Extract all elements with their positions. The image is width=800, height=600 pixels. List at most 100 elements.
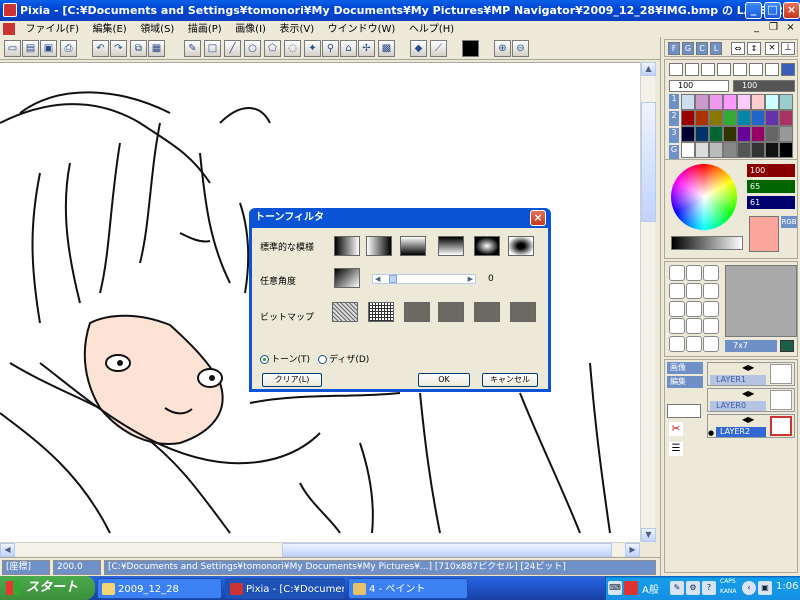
task-pixia[interactable]: Pixia - [C:¥Document... [225,578,345,599]
color-swatch[interactable] [751,94,765,110]
scroll-down-icon[interactable]: ▼ [641,528,656,542]
pattern-angle-preview[interactable] [334,268,360,288]
color-b-value[interactable]: 61 [747,196,795,209]
eraser-brush-icon[interactable] [765,63,779,76]
round-brush-icon[interactable] [685,63,699,76]
bitmap-gray-2[interactable] [438,302,464,322]
color-swatches[interactable] [681,94,795,160]
rect-icon[interactable]: □ [204,40,221,57]
zoom-in-icon[interactable]: ⊕ [494,40,511,57]
color-swatch[interactable] [723,94,737,110]
brush-shape[interactable] [669,265,685,281]
current-color-swatch[interactable] [749,216,779,252]
ellipse-icon[interactable]: ○ [244,40,261,57]
menu-window[interactable]: ウインドウ(W) [323,22,401,38]
color-swatch[interactable] [779,142,793,158]
layer-item[interactable]: ◀▶ LAYER1 [707,362,795,386]
pattern-radial-in[interactable] [508,236,534,256]
bitmap-gray-1[interactable] [404,302,430,322]
task-paint[interactable]: 4 - ペイント [348,578,468,599]
brightness-slider[interactable] [671,236,743,250]
color-swatch[interactable] [681,126,695,142]
brush-shape[interactable] [703,318,719,335]
color-swatch[interactable] [737,142,751,158]
pattern-gradient-rl[interactable] [366,236,392,256]
layer-item[interactable]: ◀▶ LAYER0 [707,388,795,412]
undo-icon[interactable]: ↶ [92,40,109,57]
horizontal-scroll-thumb[interactable] [282,543,612,557]
grid-icon[interactable]: ▩ [378,40,395,57]
bitmap-diagonal[interactable] [332,302,358,322]
menu-selection[interactable]: 領域(S) [135,22,179,38]
bitmap-gray-4[interactable] [510,302,536,322]
task-folder[interactable]: 2009_12_28 [97,578,222,599]
cancel-button[interactable]: キャンセル [482,373,538,387]
copy-icon[interactable]: ⧉ [130,40,147,57]
radio-tone[interactable]: トーン(T) [260,352,310,365]
color-swatch[interactable] [751,126,765,142]
brush-shape[interactable] [703,336,719,353]
tool-icon[interactable]: ✎ [670,581,684,595]
brush-shape[interactable] [686,265,702,281]
ime-mode[interactable]: A般 [642,581,659,596]
minimize-button[interactable]: _ [745,2,762,19]
soft-brush-icon[interactable] [733,63,747,76]
pattern-gradient-bt[interactable] [438,236,464,256]
blur-icon[interactable]: ✢ [358,40,375,57]
brush-shape[interactable] [669,300,685,317]
keyboard-icon[interactable]: ⌨ [608,581,622,595]
tab-f[interactable]: F [668,42,680,55]
vertical-scroll-thumb[interactable] [641,102,656,222]
color-swatch[interactable] [681,110,695,126]
color-r-value[interactable]: 100 [747,164,795,177]
tab-l[interactable]: L [710,42,722,55]
print-icon[interactable]: ⎙ [60,40,77,57]
brush-menu-icon[interactable] [781,63,795,76]
slider-thumb[interactable] [389,275,397,283]
start-button[interactable]: スタート [0,576,95,600]
bitmap-grid[interactable] [368,302,394,322]
color-swatch[interactable] [723,110,737,126]
color-swatch[interactable] [751,142,765,158]
network-icon[interactable]: ▣ [758,581,772,595]
close-button[interactable]: × [783,2,800,19]
color-swatch[interactable] [681,94,695,110]
brush-shape[interactable] [686,282,702,299]
brush-shape[interactable] [669,282,685,299]
eraser-icon[interactable]: ◆ [410,40,427,57]
brush-size-1[interactable]: 100 [669,80,729,92]
menu-draw[interactable]: 描画(P) [183,22,227,38]
layer-item-active[interactable]: ◀▶ ● LAYER2 [707,414,795,438]
color-swatch[interactable] [779,94,793,110]
vertical-scrollbar[interactable]: ▲ ▼ [640,62,656,542]
tab-g[interactable]: G [682,42,694,55]
color-swatch[interactable] [723,142,737,158]
fill-icon[interactable]: ⬠ [264,40,281,57]
color-swatch[interactable] [779,126,793,142]
clear-button[interactable]: クリア(L) [262,373,322,387]
pattern-gradient-tb[interactable] [400,236,426,256]
color-swatch[interactable] [779,110,793,126]
brush-shape[interactable] [686,300,702,317]
layer-visibility-icon[interactable]: ◀▶ [742,415,754,424]
brush-shape[interactable] [703,265,719,281]
slider-left-icon[interactable]: ◀ [375,275,380,283]
scroll-up-icon[interactable]: ▲ [641,62,656,76]
row-g-label[interactable]: G [669,145,679,160]
close-panel-icon[interactable]: × [765,42,779,55]
smudge-icon[interactable] [717,63,731,76]
color-swatch[interactable] [709,126,723,142]
paste-icon[interactable]: ▦ [148,40,165,57]
edit-tab[interactable]: 編集 [667,376,703,388]
image-tab[interactable]: 画像 [667,362,703,374]
airbrush-icon[interactable] [701,63,715,76]
color-swatch[interactable] [709,94,723,110]
brush-shape-grid[interactable] [669,265,721,353]
chevron-left-icon[interactable]: ‹ [742,581,756,595]
pattern-radial-out[interactable] [474,236,500,256]
arrows-vertical-icon[interactable]: ⇕ [747,42,761,55]
delete-layer-icon[interactable]: ✂ [669,422,683,436]
color-swatch[interactable] [695,94,709,110]
mdi-minimize-button[interactable]: _ [750,22,763,35]
dialog-close-button[interactable]: × [530,210,546,226]
